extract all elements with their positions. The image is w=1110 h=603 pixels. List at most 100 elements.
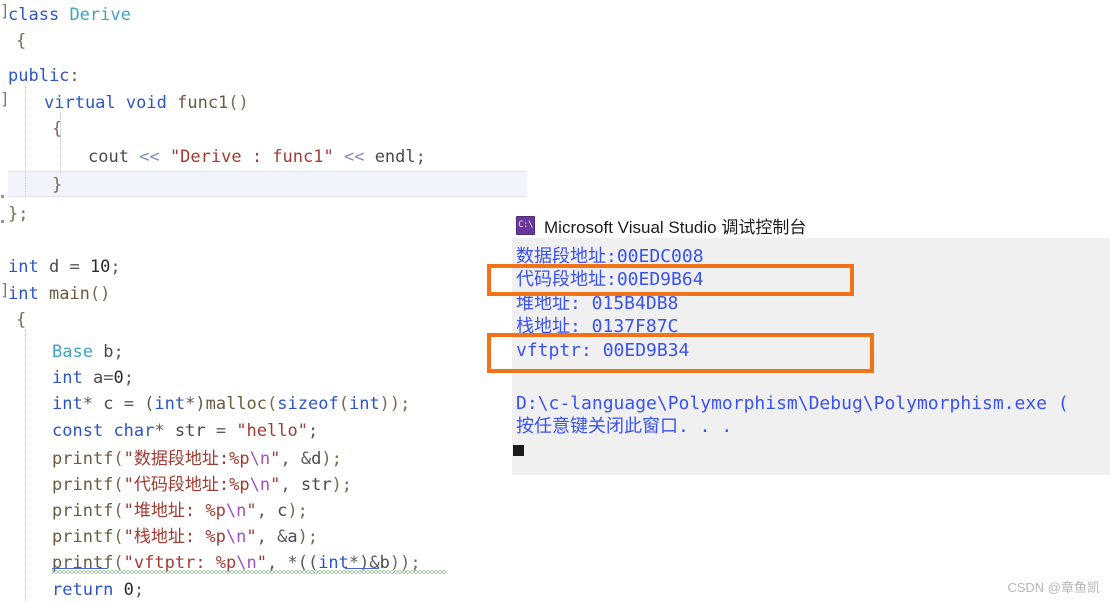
code-token: int xyxy=(8,257,39,277)
code-token: ( xyxy=(338,394,349,414)
code-line[interactable]: { xyxy=(0,28,26,54)
code-token: a xyxy=(287,527,298,547)
code-token: " xyxy=(246,527,257,547)
console-cursor xyxy=(513,445,524,456)
code-token: "堆地址: %p xyxy=(123,501,226,521)
code-token: = xyxy=(103,368,114,388)
code-token: const xyxy=(52,421,104,441)
code-token: * xyxy=(82,394,104,414)
code-token: << xyxy=(343,147,365,167)
code-line[interactable]: printf("数据段地址:%p\n", &d); xyxy=(0,446,342,472)
code-line[interactable]: const char* str = "hello"; xyxy=(0,418,318,444)
code-token: , & xyxy=(280,449,312,469)
code-token: << xyxy=(139,147,160,167)
code-token: ( xyxy=(113,449,124,469)
code-token: " xyxy=(270,475,281,495)
code-line[interactable]: { xyxy=(0,116,62,142)
code-token: int xyxy=(8,284,39,304)
code-token: "hello" xyxy=(236,421,308,441)
code-token: public xyxy=(8,66,70,86)
code-editor-pane[interactable]: ] ] ] class Derive{public: virtual void f… xyxy=(0,0,560,602)
code-token: virtual xyxy=(44,93,116,113)
code-token: ); xyxy=(321,449,342,469)
code-token: ; xyxy=(133,580,145,600)
code-token: *) xyxy=(185,394,206,414)
code-line[interactable]: { xyxy=(0,307,26,333)
code-token: str xyxy=(300,475,332,495)
code-token: c xyxy=(277,501,288,521)
warning-squiggle xyxy=(52,570,446,574)
code-token: printf xyxy=(52,449,114,469)
code-token: \n xyxy=(249,475,271,495)
code-line[interactable]: printf("代码段地址:%p\n", str); xyxy=(0,472,352,498)
code-line[interactable]: int* c = (int*)malloc(sizeof(int)); xyxy=(0,391,410,417)
code-token: char xyxy=(113,421,155,441)
code-token: "Derive : func1" xyxy=(169,147,334,167)
code-line[interactable]: printf("栈地址: %p\n", &a); xyxy=(0,524,318,550)
code-token: ; xyxy=(307,421,319,441)
code-token: malloc xyxy=(205,394,268,414)
code-token: () xyxy=(228,93,249,113)
code-line[interactable]: int d = 10; xyxy=(0,254,121,280)
code-line[interactable]: printf("堆地址: %p\n", c); xyxy=(0,498,308,524)
console-icon: C:\ xyxy=(516,215,535,235)
code-token: Base xyxy=(52,342,93,362)
code-token: int xyxy=(52,368,83,388)
console-title-text: Microsoft Visual Studio 调试控制台 xyxy=(544,217,807,237)
code-line[interactable]: int main() xyxy=(0,281,110,307)
code-token: { xyxy=(16,31,27,51)
code-token: * xyxy=(154,421,175,441)
code-line[interactable]: }; xyxy=(0,201,28,227)
code-line[interactable]: return 0; xyxy=(0,577,144,603)
code-token: ( xyxy=(113,501,124,521)
code-line[interactable]: public: xyxy=(0,63,80,89)
console-window-title: C:\ Microsoft Visual Studio 调试控制台 xyxy=(516,212,806,238)
code-token: 0 xyxy=(123,580,134,600)
code-token: ( xyxy=(113,527,124,547)
code-line[interactable]: cout << "Derive : func1" << endl; xyxy=(0,144,426,170)
code-token: cout xyxy=(88,147,129,167)
console-line: 按任意键关闭此窗口. . . xyxy=(516,416,733,437)
code-token: ( xyxy=(113,475,124,495)
code-token: main xyxy=(48,284,90,304)
code-line[interactable]: class Derive xyxy=(0,2,131,28)
code-token: )); xyxy=(379,394,411,414)
code-line[interactable]: } xyxy=(0,172,62,198)
code-token: { xyxy=(16,310,27,330)
code-token: \n xyxy=(225,501,247,521)
code-token: \n xyxy=(249,449,271,469)
code-token: } xyxy=(52,175,63,195)
code-line[interactable]: virtual void func1() xyxy=(0,90,249,116)
code-token: endl xyxy=(374,147,416,167)
code-token: func1 xyxy=(177,93,229,113)
code-token: ; xyxy=(110,257,121,277)
code-token: , & xyxy=(256,527,288,547)
identifier-underline xyxy=(345,568,379,569)
watermark: CSDN @章鱼凯 xyxy=(1007,580,1100,595)
code-token: () xyxy=(89,284,111,304)
code-token: ); xyxy=(331,475,353,495)
code-token: d xyxy=(48,257,60,277)
code-token: "代码段地址:%p xyxy=(123,475,250,495)
code-token: ); xyxy=(287,501,308,521)
code-token: = xyxy=(205,421,237,441)
code-token: b xyxy=(103,342,114,362)
code-token: ; xyxy=(113,342,124,362)
code-token: = ( xyxy=(113,394,155,414)
code-line[interactable]: int a=0; xyxy=(0,365,134,391)
code-token: ; xyxy=(415,147,426,167)
code-line[interactable]: Base b; xyxy=(0,339,124,365)
code-token: " xyxy=(246,501,257,521)
code-token: sizeof xyxy=(277,394,339,414)
code-token: void xyxy=(125,93,167,113)
code-token: class xyxy=(8,5,60,25)
code-token: \n xyxy=(225,527,247,547)
code-token: printf xyxy=(52,475,114,495)
